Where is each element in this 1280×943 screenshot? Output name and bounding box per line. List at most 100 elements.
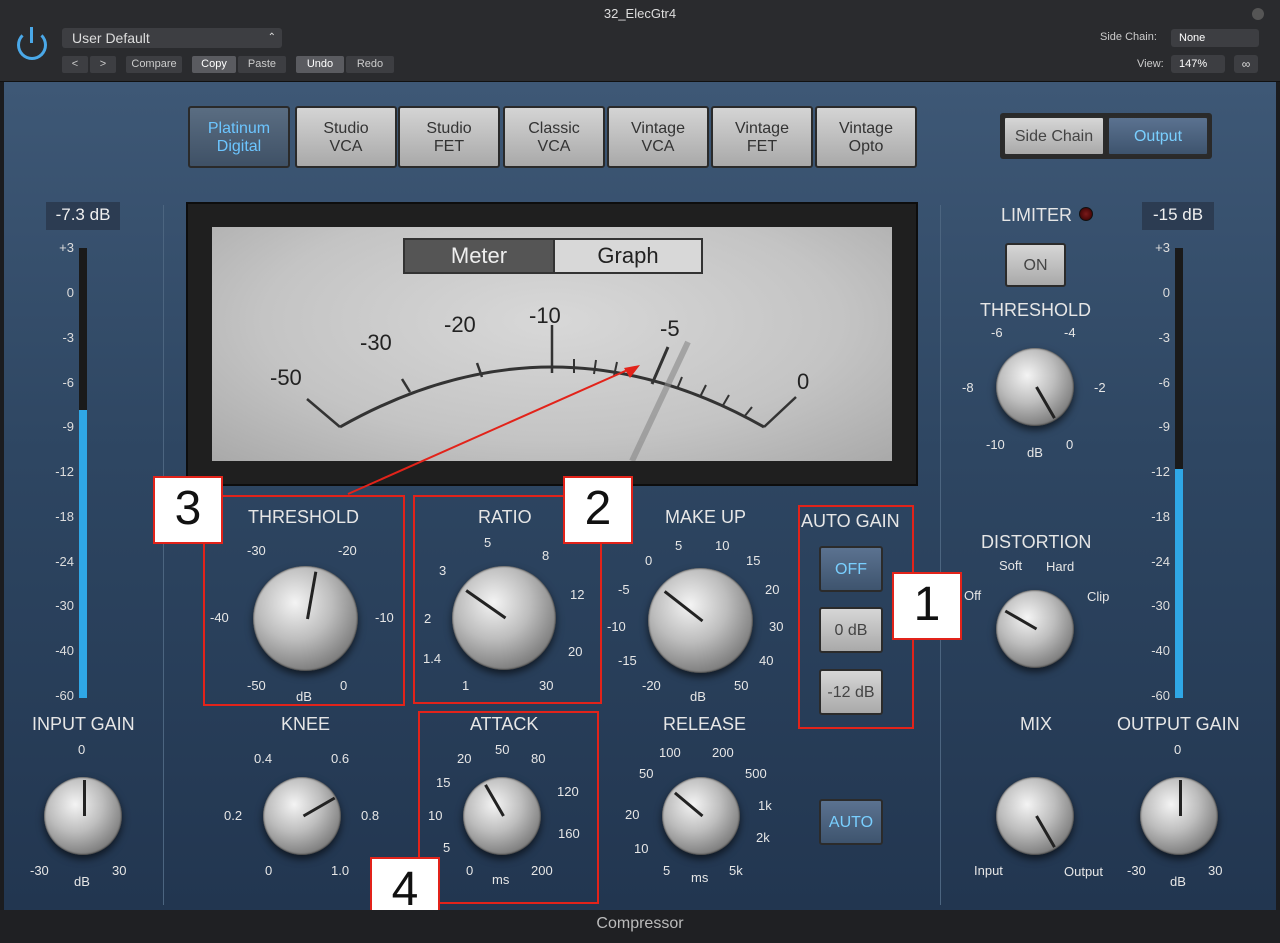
knee-tick: 0 — [265, 863, 273, 878]
output-gain-unit: dB — [1170, 874, 1186, 889]
limiter-on-button[interactable]: ON — [1005, 243, 1066, 287]
distortion-off-label: Off — [964, 588, 982, 603]
plugin-name-footer: Compressor — [0, 910, 1280, 943]
window-title: 32_ElecGtr4 — [603, 6, 677, 21]
paste-button[interactable]: Paste — [238, 56, 286, 73]
input-gain-readout: -7.3 dB — [46, 202, 120, 230]
annotation-number-3: 3 — [153, 476, 223, 544]
annotation-number-2: 2 — [563, 476, 633, 544]
release-tick: 100 — [659, 745, 681, 760]
mix-knob[interactable] — [996, 777, 1074, 855]
meter-scale-tick: -30 — [55, 598, 74, 613]
release-tick: 500 — [745, 766, 767, 781]
meter-scale-tick: -3 — [1158, 330, 1170, 345]
meter-scale-tick: 0 — [66, 285, 74, 300]
model-button[interactable]: Classic VCA — [503, 106, 605, 168]
link-icon[interactable]: ∞ — [1234, 55, 1258, 73]
model-button[interactable]: Vintage VCA — [607, 106, 709, 168]
divider-left — [163, 205, 164, 905]
undo-button[interactable]: Undo — [296, 56, 344, 73]
release-knob[interactable] — [662, 777, 740, 855]
power-icon-bar — [30, 27, 33, 43]
mix-output-label: Output — [1064, 864, 1104, 879]
makeup-tick: 50 — [734, 678, 749, 693]
compare-button[interactable]: Compare — [126, 56, 182, 73]
release-tick: 10 — [634, 841, 649, 856]
view-zoom-value: 147% — [1179, 58, 1208, 70]
sidechain-dropdown[interactable]: None — [1171, 29, 1259, 47]
makeup-knob-pointer — [663, 589, 703, 622]
model-button[interactable]: Studio FET — [398, 106, 500, 168]
distortion-clip-label: Clip — [1087, 589, 1110, 604]
vu-label-minus30: -30 — [360, 330, 392, 355]
makeup-tick: 5 — [675, 538, 683, 553]
distortion-hard-label: Hard — [1046, 559, 1075, 574]
model-button[interactable]: Vintage Opto — [815, 106, 917, 168]
makeup-tick: -5 — [618, 582, 630, 597]
vu-label-minus5: -5 — [660, 316, 680, 341]
model-button[interactable]: Studio VCA — [295, 106, 397, 168]
release-tick: 200 — [712, 745, 734, 760]
makeup-knob[interactable] — [648, 568, 753, 673]
limiter-threshold-knob-pointer — [1035, 386, 1056, 419]
output-gain-knob[interactable] — [1140, 777, 1218, 855]
input-gain-unit: dB — [74, 874, 90, 889]
output-gain-readout: -15 dB — [1142, 202, 1214, 230]
limiter-threshold-knob[interactable] — [996, 348, 1074, 426]
meter-scale-tick: -9 — [62, 419, 74, 434]
vu-tick — [306, 398, 341, 428]
makeup-tick: -10 — [607, 619, 626, 634]
vu-label-minus50: -50 — [270, 365, 302, 390]
knee-knob[interactable] — [263, 777, 341, 855]
vu-tick — [721, 394, 730, 408]
output-level-meter — [1175, 248, 1183, 698]
annotation-number-1: 1 — [892, 572, 962, 640]
meter-scale-tick: -18 — [55, 509, 74, 524]
knee-tick: 0.6 — [331, 751, 350, 766]
limiter-tick: 0 — [1066, 437, 1074, 452]
makeup-tick: 10 — [715, 538, 730, 553]
release-knob-pointer — [674, 791, 704, 818]
copy-button[interactable]: Copy — [192, 56, 236, 73]
release-unit: ms — [691, 870, 709, 885]
preset-dropdown[interactable]: User Default ⌃ — [62, 28, 282, 48]
release-auto-button[interactable]: AUTO — [819, 799, 883, 845]
vu-label-minus10: -10 — [529, 303, 561, 328]
meter-scale-tick: -9 — [1158, 419, 1170, 434]
meter-scale-tick: -30 — [1151, 598, 1170, 613]
meter-scale-tick: -6 — [62, 375, 74, 390]
input-gain-knob[interactable] — [44, 777, 122, 855]
meter-scale-tick: 0 — [1162, 285, 1170, 300]
vu-tick — [699, 384, 707, 398]
annotation-box-attack — [418, 711, 599, 904]
makeup-tick: 15 — [746, 553, 761, 568]
distortion-knob[interactable] — [996, 590, 1074, 668]
output-gain-knob-pointer — [1179, 780, 1182, 816]
meter-scale-tick: +3 — [1155, 240, 1170, 255]
view-zoom-dropdown[interactable]: 147% — [1171, 55, 1225, 73]
previous-preset-button[interactable]: < — [62, 56, 88, 73]
output-gain-tick: 30 — [1208, 863, 1223, 878]
input-gain-label: INPUT GAIN — [32, 714, 135, 734]
distortion-soft-label: Soft — [999, 558, 1023, 573]
meter-scale-tick: -18 — [1151, 509, 1170, 524]
vu-tick — [763, 396, 797, 428]
output-button[interactable]: Output — [1107, 116, 1209, 156]
annotation-box-threshold — [203, 495, 405, 706]
side-chain-button[interactable]: Side Chain — [1003, 116, 1105, 156]
meter-scale-tick: -6 — [1158, 375, 1170, 390]
model-button[interactable]: Platinum Digital — [188, 106, 290, 168]
makeup-tick: 20 — [765, 582, 780, 597]
knee-label: KNEE — [281, 714, 331, 734]
next-preset-button[interactable]: > — [90, 56, 116, 73]
meter-scale-tick: -3 — [62, 330, 74, 345]
knee-tick: 0.8 — [361, 808, 380, 823]
limiter-tick: -2 — [1094, 380, 1106, 395]
vu-tick — [743, 406, 753, 418]
model-button[interactable]: Vintage FET — [711, 106, 813, 168]
close-button[interactable] — [1252, 8, 1264, 20]
redo-button[interactable]: Redo — [346, 56, 394, 73]
vu-label-0: 0 — [797, 369, 810, 394]
release-tick: 5 — [663, 863, 671, 878]
output-gain-tick: 0 — [1174, 742, 1182, 757]
